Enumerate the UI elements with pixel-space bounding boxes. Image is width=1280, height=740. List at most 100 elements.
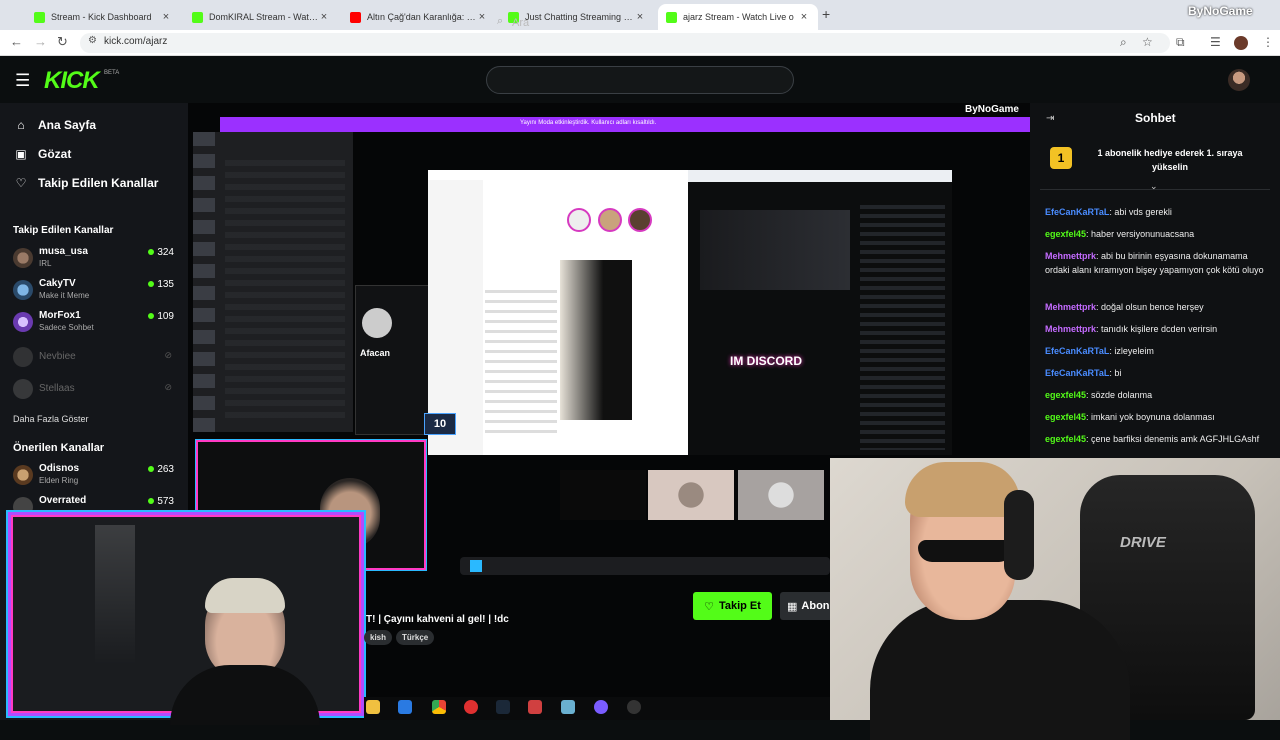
- viewer-count: 135: [148, 279, 174, 290]
- menu-dots-icon[interactable]: ⋮: [1262, 35, 1274, 49]
- inner-taskbar: [460, 557, 830, 575]
- inner-number-badge: 10: [424, 413, 456, 435]
- hamburger-menu-icon[interactable]: ☰: [15, 71, 30, 91]
- browser-toolbar: ← → ↻ ⚙ kick.com/ajarz ⌕ ☆ ⧉ ☰ ⋮: [0, 30, 1280, 56]
- chrome-icon[interactable]: [432, 700, 446, 714]
- show-more-link[interactable]: Daha Fazla Göster: [13, 414, 89, 424]
- nav-following[interactable]: ♡ Takip Edilen Kanallar: [14, 176, 159, 190]
- channel-item-stellaas[interactable]: Stellaas ⊘: [13, 377, 178, 405]
- chat-username[interactable]: egexfel45: [1045, 434, 1086, 444]
- chat-username[interactable]: egexfel45: [1045, 390, 1086, 400]
- inner-meet-thumb: [738, 470, 824, 520]
- channel-avatar: [13, 465, 33, 485]
- viewer-count-value: 263: [157, 464, 174, 475]
- live-dot-icon: [148, 466, 155, 472]
- chat-message: EfeCanKaRTaL: bi: [1045, 366, 1273, 380]
- url-text: kick.com/ajarz: [104, 36, 168, 47]
- profile-avatar-icon[interactable]: [1234, 36, 1248, 50]
- app-icon[interactable]: [561, 700, 575, 714]
- outlook-icon[interactable]: [398, 700, 412, 714]
- close-tab-icon[interactable]: ×: [798, 11, 810, 23]
- chat-text: çene barfiksi denemis amk AGFJHLGAshf: [1091, 434, 1260, 444]
- live-dot-icon: [148, 313, 155, 319]
- search-placeholder: Ara: [512, 17, 530, 29]
- browser-tab-1[interactable]: Stream - Kick Dashboard ×: [26, 4, 180, 30]
- nav-label: Takip Edilen Kanallar: [38, 176, 159, 190]
- bookmark-star-icon[interactable]: ☆: [1142, 35, 1153, 49]
- stream-tag[interactable]: Türkçe: [396, 630, 435, 645]
- channel-item-odisnos[interactable]: Odisnos Elden Ring 263: [13, 463, 178, 491]
- stream-title: T! | Çayını kahveni al gel! | !dc: [366, 614, 509, 625]
- channel-item-nevbiee[interactable]: Nevbiee ⊘: [13, 345, 178, 373]
- tab-title: Just Chatting Streaming - Live S: [525, 12, 634, 22]
- expand-banner-icon[interactable]: ⌄: [1150, 181, 1158, 192]
- kick-logo[interactable]: KICK: [44, 67, 100, 95]
- inner-meet-thumbnails: [648, 470, 826, 520]
- chat-message: Mehmettprk: doğal olsun bence herşey: [1045, 300, 1273, 314]
- inner-story-avatar: [628, 208, 652, 232]
- chat-text: bi: [1114, 368, 1122, 378]
- collapse-chat-icon[interactable]: ⇥: [1046, 113, 1054, 124]
- inner-popup-avatar: [362, 308, 392, 338]
- youtube-favicon-icon: [350, 11, 361, 23]
- inner-story-avatar: [598, 208, 622, 232]
- chat-username[interactable]: Mehmettprk: [1045, 324, 1096, 334]
- kick-favicon-icon: [34, 11, 45, 23]
- channel-item-musa-usa[interactable]: musa_usa IRL 324: [13, 246, 178, 274]
- opera-icon[interactable]: [464, 700, 478, 714]
- file-explorer-icon[interactable]: [366, 700, 380, 714]
- forward-icon[interactable]: →: [34, 34, 47, 49]
- close-tab-icon[interactable]: ×: [318, 11, 330, 23]
- chat-username[interactable]: Mehmettprk: [1045, 251, 1096, 261]
- inner-stream-preview: [700, 210, 850, 290]
- nav-home[interactable]: ⌂ Ana Sayfa: [14, 118, 96, 132]
- discord-icon[interactable]: [594, 700, 608, 714]
- steam-icon[interactable]: [496, 700, 510, 714]
- bynogame-watermark: ByNoGame: [1188, 4, 1253, 18]
- overlay-webcam-person-hair: [205, 578, 285, 613]
- new-tab-button[interactable]: +: [822, 6, 836, 22]
- browse-icon: ▣: [15, 147, 27, 161]
- viewer-count: 573: [148, 496, 174, 507]
- stream-tag[interactable]: kish: [364, 630, 393, 645]
- chat-username[interactable]: Mehmettprk: [1045, 302, 1096, 312]
- subscribe-button[interactable]: ▦ Abon: [780, 592, 830, 620]
- app-icon[interactable]: [528, 700, 542, 714]
- back-icon[interactable]: ←: [10, 34, 23, 49]
- browser-tab-5-active[interactable]: ajarz Stream - Watch Live o ×: [658, 4, 818, 30]
- chat-username[interactable]: EfeCanKaRTaL: [1045, 346, 1109, 356]
- browser-tab-3[interactable]: Altın Çağ'dan Karanlığa: Yuga Ç ×: [342, 4, 496, 30]
- heart-icon: ♡: [704, 600, 714, 613]
- chat-username[interactable]: egexfel45: [1045, 229, 1086, 239]
- chat-username[interactable]: egexfel45: [1045, 412, 1086, 422]
- media-icon[interactable]: ☰: [1210, 35, 1221, 49]
- follow-button[interactable]: ♡ Takip Et: [693, 592, 772, 620]
- search-input[interactable]: [486, 66, 794, 94]
- channel-item-morfox1[interactable]: MorFox1 Sadece Sohbet 109: [13, 310, 178, 338]
- user-avatar[interactable]: [1228, 69, 1250, 91]
- close-tab-icon[interactable]: ×: [476, 11, 488, 23]
- nav-label: Ana Sayfa: [38, 118, 97, 132]
- browser-tab-2[interactable]: DomKIRAL Stream - Watch Live ×: [184, 4, 338, 30]
- reload-icon[interactable]: ↻: [57, 34, 68, 50]
- chat-message: egexfel45: sözde dolanma: [1045, 388, 1273, 402]
- chat-username[interactable]: EfeCanKaRTaL: [1045, 368, 1109, 378]
- chat-message: Mehmettprk: abi bu birinin eşyasına doku…: [1045, 249, 1273, 277]
- zoom-icon[interactable]: ⌕: [1120, 35, 1127, 50]
- tab-title: Stream - Kick Dashboard: [51, 12, 152, 22]
- close-tab-icon[interactable]: ×: [634, 11, 646, 23]
- chat-message: EfeCanKaRTaL: izleyeleim: [1045, 344, 1273, 358]
- extensions-icon[interactable]: ⧉: [1176, 35, 1185, 50]
- site-info-icon[interactable]: ⚙: [88, 35, 97, 46]
- obs-icon[interactable]: [627, 700, 641, 714]
- address-bar[interactable]: [80, 33, 1170, 53]
- close-tab-icon[interactable]: ×: [160, 11, 172, 23]
- kick-favicon-icon: [192, 11, 203, 23]
- home-icon: ⌂: [17, 118, 25, 132]
- chat-message: egexfel45: haber versiyonunuacsana: [1045, 227, 1273, 241]
- channel-item-cakytv[interactable]: CakyTV Make it Meme 135: [13, 278, 178, 306]
- chat-username[interactable]: EfeCanKaRTaL: [1045, 207, 1109, 217]
- nav-browse[interactable]: ▣ Gözat: [14, 147, 71, 161]
- webcam-headphones: [1004, 490, 1034, 580]
- inner-chat-preview: [860, 205, 945, 450]
